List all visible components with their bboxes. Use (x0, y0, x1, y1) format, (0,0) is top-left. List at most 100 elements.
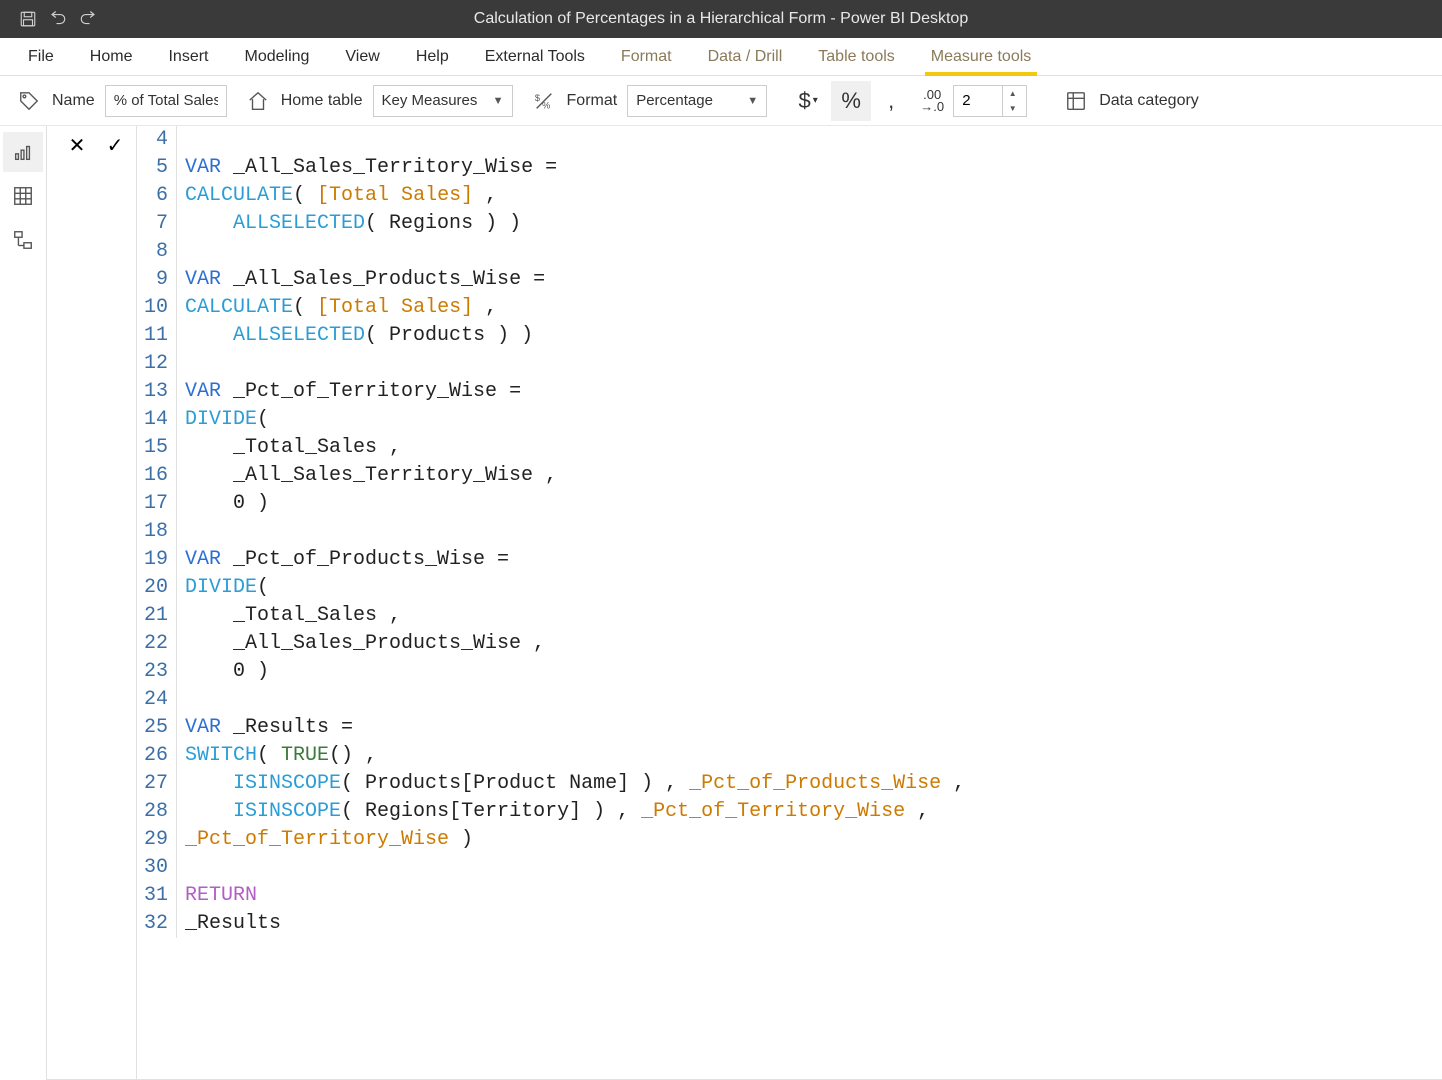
report-view-button[interactable] (3, 132, 43, 172)
line-content: VAR _Pct_of_Products_Wise = (185, 546, 509, 574)
line-content: _Total_Sales , (185, 602, 401, 630)
code-line: 16 _All_Sales_Territory_Wise , (137, 462, 1442, 490)
decimals-input[interactable] (954, 92, 1002, 109)
code-line: 31RETURN (137, 882, 1442, 910)
line-number: 8 (137, 238, 177, 266)
line-content: VAR _All_Sales_Territory_Wise = (185, 154, 557, 182)
hometable-group: Home table Key Measures ▼ (245, 85, 531, 117)
chevron-down-icon: ▼ (747, 95, 758, 107)
line-content: _All_Sales_Territory_Wise , (185, 462, 557, 490)
decimal-toggle-button[interactable]: .00→.0 (911, 81, 953, 121)
line-content: ISINSCOPE( Regions[Territory] ) , _Pct_o… (185, 798, 929, 826)
name-input[interactable] (105, 85, 227, 117)
code-line: 27 ISINSCOPE( Products[Product Name] ) ,… (137, 770, 1442, 798)
line-number: 32 (137, 910, 177, 938)
line-content: _Pct_of_Territory_Wise ) (185, 826, 473, 854)
tab-insert[interactable]: Insert (150, 38, 226, 75)
line-content: CALCULATE( [Total Sales] , (185, 294, 497, 322)
line-content: DIVIDE( (185, 574, 269, 602)
line-number: 29 (137, 826, 177, 854)
tab-table-tools[interactable]: Table tools (800, 38, 913, 75)
line-number: 26 (137, 742, 177, 770)
format-dropdown[interactable]: Percentage ▼ (627, 85, 767, 117)
format-group: $% Format Percentage ▼ (531, 85, 786, 117)
formula-bar: ✕ ✓ 45VAR _All_Sales_Territory_Wise =6CA… (47, 126, 1442, 1080)
code-line: 6CALCULATE( [Total Sales] , (137, 182, 1442, 210)
percent-button[interactable]: % (831, 81, 871, 121)
code-line: 28 ISINSCOPE( Regions[Territory] ) , _Pc… (137, 798, 1442, 826)
line-number: 22 (137, 630, 177, 658)
line-content: RETURN (185, 882, 257, 910)
dax-editor[interactable]: 45VAR _All_Sales_Territory_Wise =6CALCUL… (137, 126, 1442, 1079)
code-line: 13VAR _Pct_of_Territory_Wise = (137, 378, 1442, 406)
line-content: ISINSCOPE( Products[Product Name] ) , _P… (185, 770, 965, 798)
tab-external-tools[interactable]: External Tools (467, 38, 603, 75)
line-number: 24 (137, 686, 177, 714)
line-number: 5 (137, 154, 177, 182)
decimals-up[interactable]: ▲ (1003, 86, 1022, 101)
decimals-down[interactable]: ▼ (1003, 101, 1022, 116)
line-content: 0 ) (185, 490, 269, 518)
data-category-icon (1063, 88, 1089, 114)
line-content: SWITCH( TRUE() , (185, 742, 377, 770)
tab-home[interactable]: Home (72, 38, 151, 75)
code-line: 12 (137, 350, 1442, 378)
line-number: 11 (137, 322, 177, 350)
line-number: 6 (137, 182, 177, 210)
code-line: 32_Results (137, 910, 1442, 938)
decimals-stepper[interactable]: ▲▼ (953, 85, 1027, 117)
tab-view[interactable]: View (327, 38, 397, 75)
tab-file[interactable]: File (10, 38, 72, 75)
home-table-icon (245, 88, 271, 114)
ribbon-tabs: FileHomeInsertModelingViewHelpExternal T… (0, 38, 1442, 76)
cancel-formula-button[interactable]: ✕ (64, 132, 90, 158)
format-icon: $% (531, 88, 557, 114)
code-line: 21 _Total_Sales , (137, 602, 1442, 630)
format-value: Percentage (636, 92, 713, 109)
line-number: 13 (137, 378, 177, 406)
code-line: 9 VAR _All_Sales_Products_Wise = (137, 266, 1442, 294)
tab-modeling[interactable]: Modeling (226, 38, 327, 75)
titlebar-left (0, 9, 98, 29)
code-line: 24 (137, 686, 1442, 714)
hometable-value: Key Measures (382, 92, 478, 109)
hometable-label: Home table (281, 92, 363, 110)
redo-icon[interactable] (78, 9, 98, 29)
hometable-dropdown[interactable]: Key Measures ▼ (373, 85, 513, 117)
undo-icon[interactable] (48, 9, 68, 29)
tab-measure-tools[interactable]: Measure tools (913, 38, 1050, 75)
code-line: 30 (137, 854, 1442, 882)
tab-format[interactable]: Format (603, 38, 690, 75)
name-label: Name (52, 92, 95, 110)
currency-button[interactable]: $ ▾ (785, 81, 831, 121)
data-view-button[interactable] (3, 176, 43, 216)
line-content: VAR _All_Sales_Products_Wise = (185, 266, 545, 294)
code-line: 17 0 ) (137, 490, 1442, 518)
line-number: 14 (137, 406, 177, 434)
code-line: 22 _All_Sales_Products_Wise , (137, 630, 1442, 658)
line-number: 19 (137, 546, 177, 574)
main-area: ✕ ✓ 45VAR _All_Sales_Territory_Wise =6CA… (0, 126, 1442, 1080)
code-line: 5 VAR _All_Sales_Territory_Wise = (137, 154, 1442, 182)
commit-formula-button[interactable]: ✓ (102, 132, 128, 158)
code-line: 7 ALLSELECTED( Regions ) ) (137, 210, 1442, 238)
line-number: 9 (137, 266, 177, 294)
thousands-button[interactable]: , (871, 81, 911, 121)
model-view-button[interactable] (3, 220, 43, 260)
code-line: 29 _Pct_of_Territory_Wise ) (137, 826, 1442, 854)
line-number: 15 (137, 434, 177, 462)
svg-text:$: $ (534, 93, 539, 103)
line-number: 27 (137, 770, 177, 798)
chevron-down-icon: ▼ (493, 95, 504, 107)
code-line: 25VAR _Results = (137, 714, 1442, 742)
line-content: ALLSELECTED( Products ) ) (185, 322, 533, 350)
data-category-group: Data category (1045, 88, 1217, 114)
save-icon[interactable] (18, 9, 38, 29)
name-group: Name (16, 85, 245, 117)
tab-data-drill[interactable]: Data / Drill (690, 38, 801, 75)
code-line: 23 0 ) (137, 658, 1442, 686)
code-line: 4 (137, 126, 1442, 154)
tag-icon (16, 88, 42, 114)
code-line: 10CALCULATE( [Total Sales] , (137, 294, 1442, 322)
tab-help[interactable]: Help (398, 38, 467, 75)
